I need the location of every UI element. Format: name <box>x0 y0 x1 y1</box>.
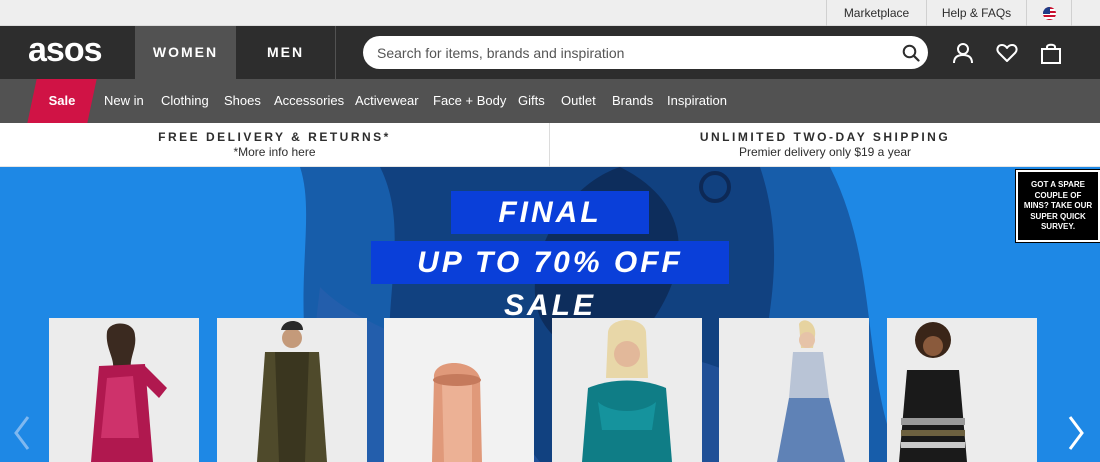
category-activewear[interactable]: Activewear <box>355 79 419 123</box>
heart-icon[interactable] <box>996 42 1018 64</box>
chevron-right-icon[interactable] <box>1064 413 1088 453</box>
utility-bar: Marketplace Help & FAQs <box>0 0 1100 26</box>
product-image <box>384 318 534 462</box>
main-header: asos WOMEN MEN <box>0 26 1100 79</box>
promo-subtitle: *More info here <box>233 145 316 159</box>
search-icon[interactable] <box>902 44 920 62</box>
category-new-in[interactable]: New in <box>104 79 144 123</box>
country-selector[interactable] <box>1026 0 1072 26</box>
product-card-coat[interactable] <box>217 318 367 462</box>
marketplace-link[interactable]: Marketplace <box>826 0 926 26</box>
category-brands[interactable]: Brands <box>612 79 653 123</box>
free-delivery-promo[interactable]: FREE DELIVERY & RETURNS* *More info here <box>0 123 550 167</box>
product-image <box>217 318 367 462</box>
product-card-boot[interactable] <box>384 318 534 462</box>
product-card-jeans[interactable] <box>719 318 869 462</box>
nav-women[interactable]: WOMEN <box>135 26 236 79</box>
chevron-left-icon[interactable] <box>10 413 34 453</box>
us-flag-icon <box>1043 7 1056 20</box>
category-bar: Sale New in Clothing Shoes Accessories A… <box>0 79 1100 123</box>
search-bar <box>363 36 928 69</box>
help-faqs-link[interactable]: Help & FAQs <box>926 0 1026 26</box>
category-inspiration[interactable]: Inspiration <box>667 79 727 123</box>
shipping-promo[interactable]: UNLIMITED TWO-DAY SHIPPING Premier deliv… <box>550 123 1100 167</box>
category-sale[interactable]: Sale <box>32 79 92 123</box>
hero-subheadline: UP TO 70% OFF SALE <box>371 241 729 322</box>
asos-logo[interactable]: asos <box>28 36 121 68</box>
category-accessories[interactable]: Accessories <box>274 79 344 123</box>
survey-feedback-tab[interactable]: GOT A SPARE COUPLE OF MINS? TAKE OUR SUP… <box>1015 169 1100 243</box>
search-input[interactable] <box>377 36 887 69</box>
promo-strip: FREE DELIVERY & RETURNS* *More info here… <box>0 123 1100 167</box>
account-icon[interactable] <box>952 42 974 64</box>
hero-headline: FINAL CALL <box>451 191 649 272</box>
product-card-dress[interactable] <box>49 318 199 462</box>
bag-icon[interactable] <box>1040 42 1062 64</box>
promo-title: UNLIMITED TWO-DAY SHIPPING <box>699 130 951 144</box>
product-image <box>552 318 702 462</box>
category-face-body[interactable]: Face + Body <box>433 79 506 123</box>
product-image <box>719 318 869 462</box>
logo-text: asos <box>28 36 102 68</box>
product-card-blouse[interactable] <box>552 318 702 462</box>
promo-title: FREE DELIVERY & RETURNS* <box>158 130 391 144</box>
category-clothing[interactable]: Clothing <box>161 79 209 123</box>
product-image <box>49 318 199 462</box>
product-card-jumper[interactable] <box>887 318 1037 462</box>
category-outlet[interactable]: Outlet <box>561 79 596 123</box>
hero-banner[interactable]: FINAL CALL UP TO 70% OFF SALE <box>0 167 1100 462</box>
category-gifts[interactable]: Gifts <box>518 79 545 123</box>
category-shoes[interactable]: Shoes <box>224 79 261 123</box>
promo-subtitle: Premier delivery only $19 a year <box>738 145 912 159</box>
product-image <box>887 318 1037 462</box>
nav-men[interactable]: MEN <box>236 26 336 79</box>
